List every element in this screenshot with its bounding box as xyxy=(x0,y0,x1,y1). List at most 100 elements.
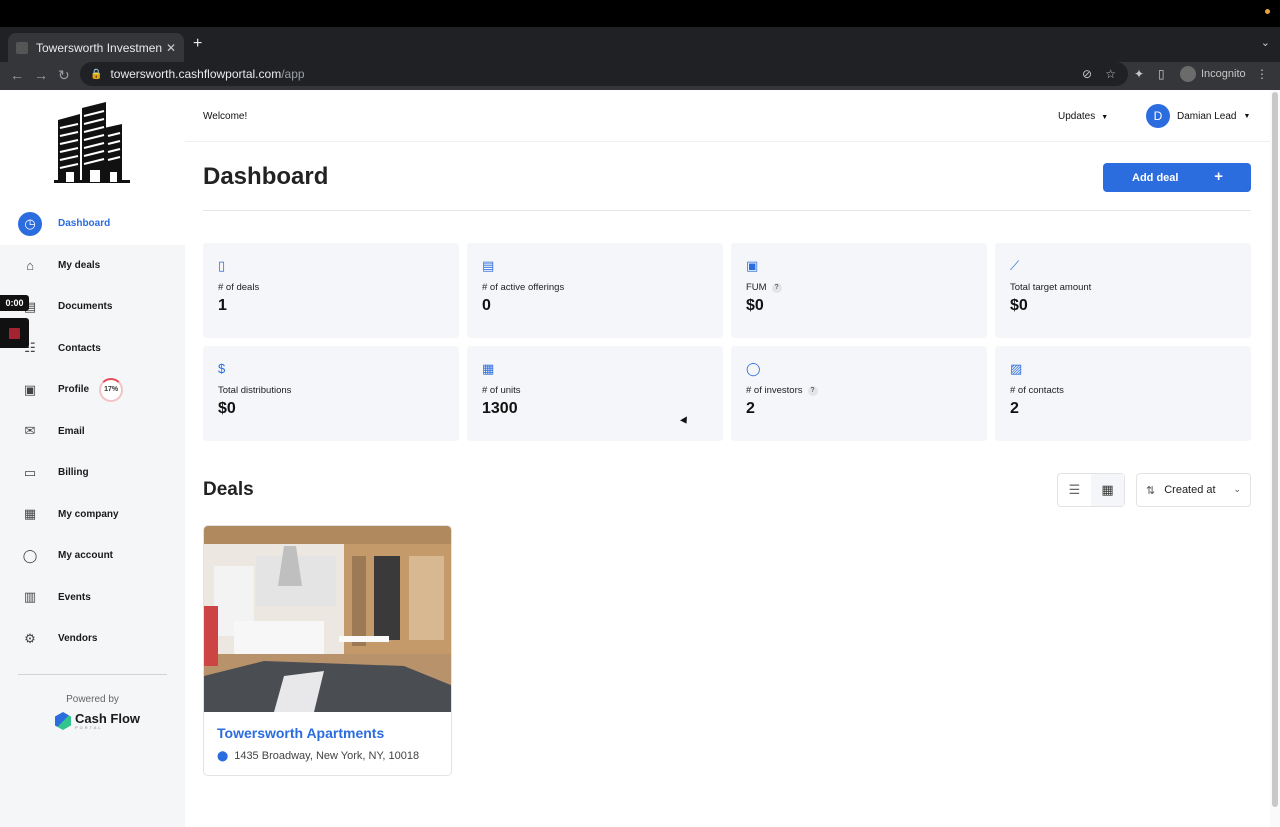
list-icon: ☰ xyxy=(1068,482,1081,497)
vendors-icon: ⚙ xyxy=(24,630,36,646)
add-deal-button[interactable]: Add deal + xyxy=(1103,163,1251,192)
cashflow-portal-logo[interactable]: Cash Flow PORTAL xyxy=(55,712,140,730)
help-icon[interactable]: ? xyxy=(807,385,818,396)
browser-menu-icon[interactable]: ⋮ xyxy=(1256,67,1268,81)
sidebar-item-label: Documents xyxy=(58,301,113,313)
deals-heading: Deals xyxy=(203,479,254,500)
sort-label: Created at xyxy=(1164,484,1216,496)
plus-icon: + xyxy=(1214,168,1223,185)
sidebar-item-dashboard[interactable]: ◷ Dashboard xyxy=(0,203,185,245)
sidebar-item-label: Vendors xyxy=(58,633,98,645)
sidebar-item-label: My company xyxy=(58,508,119,520)
sidebar-item-my-company[interactable]: ▦ My company xyxy=(0,494,185,536)
view-toggle: ☰ ▦ xyxy=(1057,473,1125,507)
sidebar-item-my-account[interactable]: ◯ My account xyxy=(0,535,185,577)
stat-label: Total distributions xyxy=(218,385,444,396)
user-icon: ◯ xyxy=(22,547,38,563)
stat-card: ▯ # of deals 1 xyxy=(203,243,459,338)
stat-value: 1 xyxy=(218,297,227,314)
page-title: Dashboard xyxy=(203,163,329,190)
incognito-label: Incognito xyxy=(1201,68,1246,80)
company-icon: ▦ xyxy=(23,506,37,522)
side-panel-icon[interactable]: ▯ xyxy=(1158,67,1165,81)
profile-card-icon: ▣ xyxy=(23,381,37,397)
scrollbar-thumb[interactable] xyxy=(1272,92,1278,807)
stat-value: 0 xyxy=(482,297,491,314)
stat-value: $0 xyxy=(218,400,236,417)
stat-label-text: # of active offerings xyxy=(482,282,565,293)
help-icon[interactable]: ? xyxy=(771,282,782,293)
stop-recording-button[interactable] xyxy=(0,318,29,348)
sidebar-divider xyxy=(18,674,167,675)
new-tab-button[interactable]: + xyxy=(193,35,202,53)
tab-title: Towersworth Investments | Inv xyxy=(36,40,162,55)
sidebar-item-label: Dashboard xyxy=(58,218,111,230)
recording-timer: 0:00 xyxy=(0,295,29,311)
stat-label: # of contacts xyxy=(1010,385,1236,396)
contact-book-icon: ▨ xyxy=(1010,361,1023,376)
app: ◷ Dashboard ⌂ My deals ▤ Documents ☷ Contacts ▣ P… xyxy=(0,90,1280,827)
chevron-down-icon: ⌄ xyxy=(1233,484,1241,494)
sidebar-item-label: Profile xyxy=(58,384,90,396)
forward-icon[interactable]: → xyxy=(34,67,48,83)
brand-name: Cash Flow xyxy=(75,711,141,726)
dollar-icon: $ xyxy=(218,361,226,376)
stat-label: # of deals xyxy=(218,282,444,293)
sidebar-item-vendors[interactable]: ⚙ Vendors xyxy=(0,618,185,660)
deal-name[interactable]: Towersworth Apartments xyxy=(217,725,384,741)
extensions-icon[interactable]: ✦ xyxy=(1134,67,1144,81)
address-bar[interactable]: 🔒 towersworth.cashflowportal.com/app ⊘ ☆ xyxy=(80,62,1128,86)
browser-toolbar: ← → ↻ 🔒 towersworth.cashflowportal.com/a… xyxy=(0,62,1280,90)
grid-view-button[interactable]: ▦ xyxy=(1091,474,1124,506)
grid-icon: ▦ xyxy=(1101,482,1114,497)
top-strip xyxy=(0,0,1280,27)
back-icon[interactable]: ← xyxy=(10,67,24,83)
stat-label: FUM? xyxy=(746,282,972,293)
lock-icon: 🔒 xyxy=(90,68,103,80)
credit-card-icon: ▭ xyxy=(23,464,37,480)
sort-dropdown[interactable]: ⇅ Created at ⌄ xyxy=(1136,473,1251,507)
stat-label: # of active offerings xyxy=(482,282,708,293)
buildings-logo-icon xyxy=(54,102,130,183)
sidebar-item-label: My deals xyxy=(58,259,101,271)
sidebar-item-billing[interactable]: ▭ Billing xyxy=(0,452,185,494)
user-menu[interactable]: D Damian Lead ▼ xyxy=(1146,104,1250,128)
deal-photo xyxy=(204,526,451,712)
updates-dropdown[interactable]: Updates ▼ xyxy=(1058,111,1108,122)
sidebar-item-events[interactable]: ▥ Events xyxy=(0,577,185,619)
sidebar-item-email[interactable]: ✉ Email xyxy=(0,411,185,453)
caret-down-icon: ▼ xyxy=(1243,112,1251,120)
bookmark-star-icon[interactable]: ☆ xyxy=(1105,67,1116,81)
stat-label: # of units xyxy=(482,385,708,396)
sidebar-item-label: Email xyxy=(58,425,85,437)
favicon-icon xyxy=(16,41,28,54)
company-logo[interactable] xyxy=(0,90,185,203)
title-divider xyxy=(203,210,1251,211)
reload-icon[interactable]: ↻ xyxy=(58,67,70,84)
email-icon: ✉ xyxy=(24,423,36,439)
eye-off-icon[interactable]: ⊘ xyxy=(1082,67,1092,81)
powered-by-label: Powered by xyxy=(66,694,119,705)
incognito-icon xyxy=(1180,66,1196,82)
stat-value: $0 xyxy=(1010,297,1028,314)
sidebar-item-my-deals[interactable]: ⌂ My deals xyxy=(0,245,185,287)
incognito-indicator[interactable]: Incognito xyxy=(1180,66,1246,82)
caret-down-icon: ▼ xyxy=(1101,114,1109,121)
sidebar-item-profile[interactable]: ▣ Profile 17% xyxy=(0,369,185,411)
stat-card: ◯ # of investors? 2 xyxy=(731,346,987,441)
browser-tab[interactable]: Towersworth Investments | Inv ✕ xyxy=(8,33,184,62)
deal-card[interactable]: Towersworth Apartments ⬤ 1435 Broadway, … xyxy=(203,525,452,776)
avatar: D xyxy=(1146,104,1170,128)
sidebar-item-label: My account xyxy=(58,550,114,562)
list-view-button[interactable]: ☰ xyxy=(1058,474,1091,506)
add-deal-label: Add deal xyxy=(1132,171,1179,184)
stat-label-text: # of deals xyxy=(218,282,260,293)
close-tab-icon[interactable]: ✕ xyxy=(166,41,176,55)
building-icon: ▦ xyxy=(482,361,495,376)
stat-label: # of investors? xyxy=(746,385,972,396)
tab-search-icon[interactable]: ⌄ xyxy=(1261,36,1270,49)
sidebar-item-label: Billing xyxy=(58,467,89,479)
stat-value: $0 xyxy=(746,297,764,314)
safe-icon: ▣ xyxy=(746,258,759,273)
page-scrollbar[interactable] xyxy=(1270,90,1280,827)
